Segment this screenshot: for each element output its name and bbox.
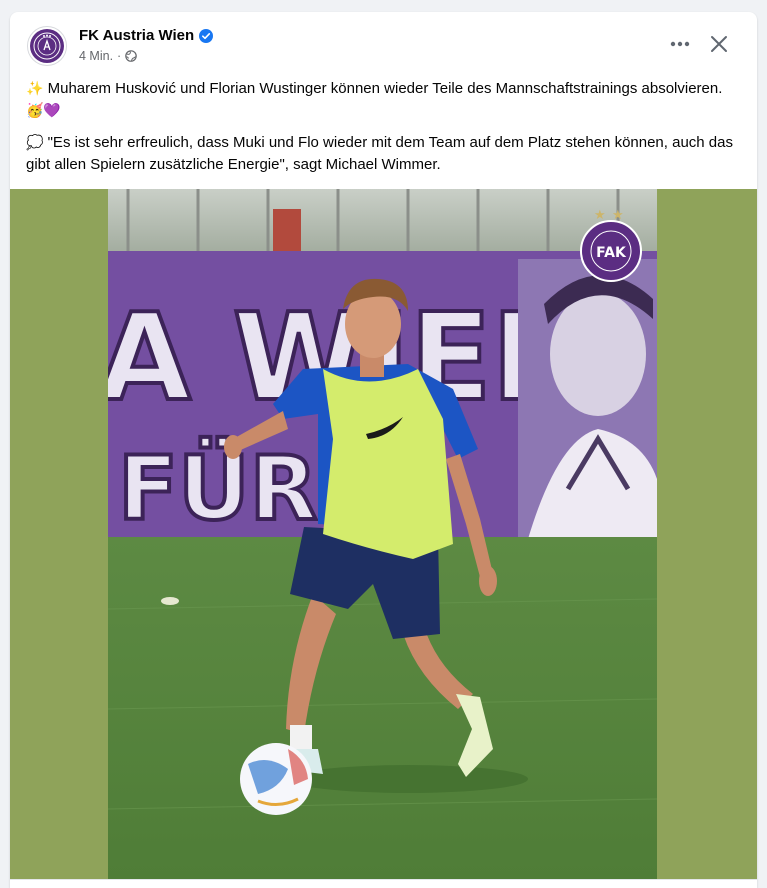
- post-timestamp[interactable]: 4 Min.: [79, 49, 113, 63]
- post-photo[interactable]: A WIEN FÜR... ★ ★ FAK: [108, 189, 657, 879]
- svg-text:★: ★: [594, 208, 606, 223]
- fak-logo-icon: [30, 29, 64, 63]
- post-meta: 4 Min. ·: [79, 49, 138, 63]
- post-header: FK Austria Wien 4 Min. ·: [10, 12, 757, 76]
- close-icon: [711, 36, 727, 52]
- globe-icon[interactable]: [125, 50, 138, 62]
- page-name[interactable]: FK Austria Wien: [79, 27, 194, 44]
- close-button[interactable]: [704, 32, 734, 56]
- more-options-icon: [670, 41, 690, 47]
- sparkles-emoji: ✨: [26, 81, 44, 97]
- post-media: A WIEN FÜR... ★ ★ FAK: [10, 189, 757, 879]
- page-name-link[interactable]: FK Austria Wien: [79, 27, 214, 44]
- training-photo-image: A WIEN FÜR... ★ ★ FAK: [108, 189, 657, 879]
- logo-letters: FAK: [596, 245, 627, 261]
- post-card: FK Austria Wien 4 Min. · ✨ Muharem Husko…: [10, 12, 757, 888]
- thought-bubble-emoji: 💭: [26, 135, 44, 151]
- meta-separator: ·: [117, 49, 122, 63]
- post-paragraph-1-text: Muharem Husković und Florian Wustinger k…: [47, 80, 723, 97]
- post-message: ✨ Muharem Husković und Florian Wustinger…: [26, 78, 741, 185]
- verified-badge-icon: [199, 28, 214, 43]
- party-heart-emoji: 🥳💜: [26, 103, 61, 119]
- post-paragraph-2: 💭 "Es ist sehr erfreulich, dass Muki und…: [26, 132, 741, 175]
- more-options-button[interactable]: [665, 32, 695, 56]
- page-avatar[interactable]: [27, 26, 67, 66]
- post-footer-edge: [10, 879, 757, 888]
- post-paragraph-2-text: "Es ist sehr erfreulich, dass Muki und F…: [26, 134, 733, 173]
- post-paragraph-1: ✨ Muharem Husković und Florian Wustinger…: [26, 78, 741, 122]
